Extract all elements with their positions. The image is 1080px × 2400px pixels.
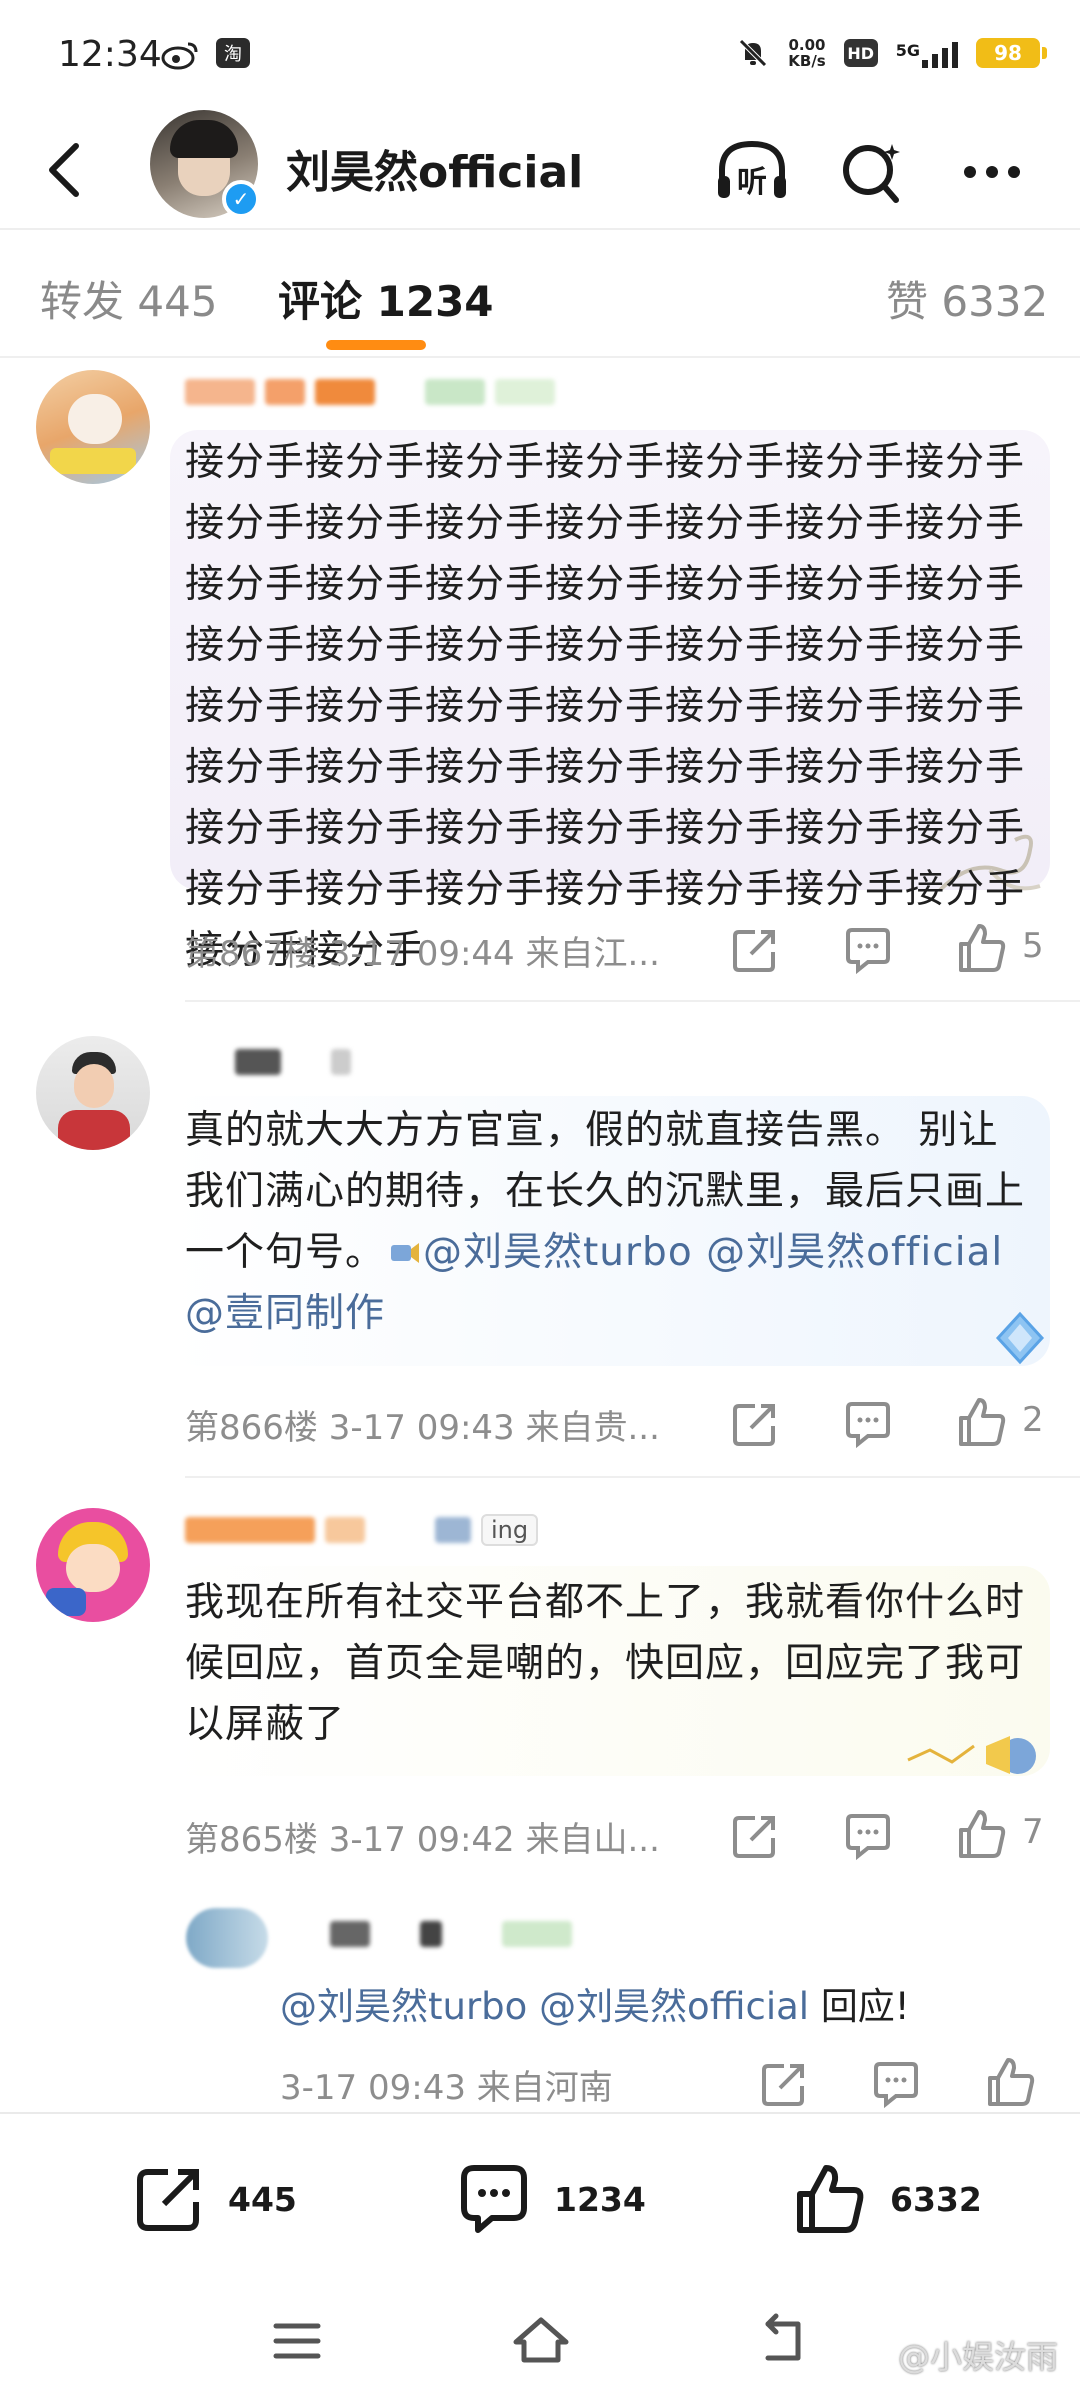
- comment-count: 1234: [554, 2179, 646, 2219]
- reply-avatar[interactable]: [186, 1908, 268, 1968]
- comment-location: 来自江...: [525, 934, 660, 974]
- comment-meta: 第865楼 3-17 09:42 来自山...: [185, 1812, 660, 1861]
- comment-floor: 第867楼: [185, 934, 318, 974]
- commenter-avatar[interactable]: [36, 1508, 150, 1622]
- like-icon[interactable]: [982, 2054, 1038, 2110]
- like-count: 2: [1022, 1400, 1044, 1440]
- comment-text: 我现在所有社交平台都不上了，我就看你什么时候回应，首页全是嘲的，快回应，回应完了…: [185, 1580, 1026, 1747]
- share-icon[interactable]: [727, 1396, 783, 1452]
- net-speed: 0.00 KB/s: [788, 36, 826, 70]
- like-button[interactable]: 6332: [790, 2160, 982, 2238]
- battery-icon: 98: [976, 38, 1047, 68]
- tab-likes[interactable]: 赞 6332: [886, 268, 1048, 329]
- commenter-name-blurred[interactable]: [185, 370, 555, 414]
- post-tabs: 转发 445 评论 1234 赞 6332: [0, 232, 1080, 358]
- comment-meta: 第866楼 3-17 09:43 来自贵...: [185, 1400, 660, 1449]
- comment-button[interactable]: 1234: [454, 2160, 646, 2238]
- status-bar: 12:34 淘 0.00 KB/s HD 5G 98: [0, 0, 1080, 110]
- system-nav-bar: @小娱汝雨: [0, 2282, 1080, 2400]
- comment-location: 来自山...: [525, 1820, 660, 1860]
- mention-link[interactable]: @壹同制作: [185, 1291, 385, 1336]
- share-icon[interactable]: [727, 1808, 783, 1864]
- comment-text: 真的就大大方方官宣，假的就直接告黑。 别让我们满心的期待，在长久的沉默里，最后只…: [185, 1108, 1026, 1336]
- bottom-action-bar: 445 1234 6332: [0, 2112, 1080, 2282]
- like-icon[interactable]: [953, 1806, 1009, 1862]
- network-type: 5G: [895, 41, 920, 60]
- comment-floor: 第865楼: [185, 1820, 318, 1860]
- comment-time: 3-17 09:44: [328, 934, 515, 974]
- commenter-name-blurred[interactable]: [185, 1040, 351, 1084]
- comment-floor: 第866楼: [185, 1408, 318, 1448]
- comment-time: 3-17 09:43: [328, 1408, 515, 1448]
- more-icon[interactable]: [950, 130, 1034, 214]
- status-left-icons: 淘: [160, 38, 250, 70]
- comment-divider: [185, 1476, 1080, 1478]
- author-name[interactable]: 刘昊然official: [286, 136, 583, 200]
- signal-indicator: 5G: [896, 38, 958, 68]
- active-tab-indicator: [326, 340, 426, 350]
- status-time: 12:34: [58, 34, 162, 75]
- thumbs-up-icon: [797, 2165, 864, 2233]
- comment-text: 接分手接分手接分手接分手接分手接分手接分手接分手接分手接分手接分手接分手接分手接…: [185, 440, 1026, 973]
- commenter-avatar[interactable]: [36, 1036, 150, 1150]
- comment-icon: [461, 2165, 527, 2233]
- mention-link[interactable]: @刘昊然turbo: [423, 1230, 693, 1275]
- reply-location: 来自河南: [476, 2068, 613, 2108]
- tab-repost[interactable]: 转发 445: [40, 268, 218, 329]
- like-total-count: 6332: [890, 2179, 982, 2219]
- commenter-avatar[interactable]: [36, 370, 150, 484]
- share-icon[interactable]: [727, 922, 783, 978]
- post-header: ✓ 刘昊然official 听: [0, 110, 1080, 230]
- reply-icon[interactable]: [840, 922, 896, 978]
- home-icon[interactable]: [508, 2308, 574, 2374]
- svg-text:听: 听: [737, 165, 767, 200]
- repost-button[interactable]: 445: [130, 2160, 297, 2238]
- back-nav-icon[interactable]: [748, 2308, 814, 2374]
- repost-count: 445: [228, 2179, 297, 2219]
- mention-link[interactable]: @刘昊然turbo: [280, 1985, 527, 2028]
- comment-meta: 第867楼 3-17 09:44 来自江...: [185, 926, 660, 975]
- signal-bars-icon: [922, 38, 958, 68]
- repost-icon: [137, 2169, 199, 2231]
- comment-divider: [185, 1000, 1080, 1002]
- commenter-name-blurred[interactable]: ing: [185, 1508, 539, 1552]
- back-arrow-icon[interactable]: [36, 132, 96, 208]
- weibo-icon: [161, 42, 198, 70]
- tab-comments[interactable]: 评论 1234: [278, 268, 494, 329]
- like-icon[interactable]: [953, 920, 1009, 976]
- reply-icon[interactable]: [840, 1808, 896, 1864]
- reply-icon[interactable]: [868, 2056, 924, 2112]
- reply-text: @刘昊然turbo @刘昊然official 回应!: [280, 1985, 910, 2028]
- reply-time: 3-17 09:43: [280, 2068, 466, 2108]
- like-count: 7: [1022, 1812, 1044, 1852]
- share-icon[interactable]: [756, 2056, 812, 2112]
- listen-icon[interactable]: 听: [710, 130, 794, 214]
- taobao-icon: 淘: [216, 38, 250, 68]
- mention-link[interactable]: @刘昊然official: [539, 1985, 809, 2028]
- menu-icon[interactable]: [264, 2308, 330, 2374]
- mute-bell-icon: [739, 39, 768, 67]
- mention-link[interactable]: @刘昊然official: [706, 1230, 1003, 1275]
- reply-name-blurred[interactable]: [280, 1912, 572, 1956]
- reply-meta: 3-17 09:43 来自河南: [280, 2060, 613, 2109]
- comment-location: 来自贵...: [525, 1408, 660, 1448]
- hd-badge: HD: [843, 39, 878, 67]
- like-count: 5: [1022, 926, 1044, 966]
- gift-emoji-icon: [391, 1243, 420, 1263]
- like-icon[interactable]: [953, 1394, 1009, 1450]
- reply-icon[interactable]: [840, 1396, 896, 1452]
- search-icon[interactable]: [830, 130, 914, 214]
- status-right-icons: 0.00 KB/s HD 5G 98: [736, 36, 1047, 70]
- watermark: @小娱汝雨: [897, 2338, 1058, 2376]
- comment-time: 3-17 09:42: [328, 1820, 515, 1860]
- name-tag-badge: ing: [481, 1514, 539, 1546]
- verified-badge-icon: ✓: [222, 180, 260, 218]
